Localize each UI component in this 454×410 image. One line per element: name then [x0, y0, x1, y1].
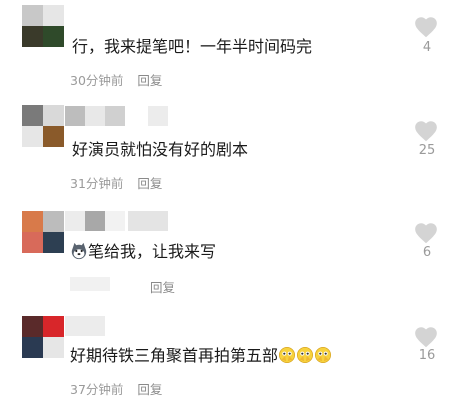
comment-meta: 回复: [150, 277, 175, 296]
blurred-time: [70, 277, 110, 291]
heart-icon[interactable]: [413, 324, 439, 350]
avatar[interactable]: [22, 316, 64, 358]
comment-item: 行，我来提笔吧！一年半时间码完 30分钟前 回复 4: [0, 0, 454, 100]
comment-item: 好演员就怕没有好的剧本 31分钟前 回复 25: [0, 100, 454, 200]
heart-icon[interactable]: [413, 14, 439, 40]
avatar[interactable]: [22, 211, 64, 253]
blurred-username: [148, 106, 168, 126]
avatar-pixel: [22, 337, 43, 358]
comment-text: 笔给我，让我来写: [70, 241, 216, 263]
like-count: 4: [422, 40, 432, 55]
like-count: 6: [422, 245, 432, 260]
heart-icon[interactable]: [413, 118, 439, 144]
praying-face-emoji-icon: [315, 346, 332, 364]
avatar-pixel: [43, 26, 64, 47]
avatar-pixel: [22, 211, 43, 232]
comment-time: 30分钟前: [70, 73, 124, 88]
comment-meta: 30分钟前 回复: [70, 70, 162, 89]
avatar-pixel: [43, 232, 64, 253]
avatar-pixel: [22, 232, 43, 253]
avatar-pixel: [22, 26, 43, 47]
comment-meta: 31分钟前 回复: [70, 173, 162, 192]
comment-text: 好期待铁三角聚首再拍第五部: [70, 345, 332, 367]
avatar[interactable]: [22, 5, 64, 47]
praying-face-emoji-icon: [297, 346, 314, 364]
comment-meta: 37分钟前 回复: [70, 379, 162, 398]
heart-icon[interactable]: [413, 220, 439, 246]
blurred-username: [65, 211, 125, 231]
blurred-username: [128, 211, 168, 231]
avatar-pixel: [43, 316, 64, 337]
blurred-username: [65, 316, 105, 336]
reply-button[interactable]: 回复: [137, 176, 162, 191]
reply-button[interactable]: 回复: [137, 382, 162, 397]
avatar-pixel: [22, 5, 43, 26]
comment-text: 好演员就怕没有好的剧本: [72, 140, 249, 159]
comment-time: 37分钟前: [70, 382, 124, 397]
reply-button[interactable]: 回复: [137, 73, 162, 88]
comment-time: 31分钟前: [70, 176, 124, 191]
like-count: 16: [418, 348, 436, 363]
like-count: 25: [418, 143, 436, 158]
husky-emoji-icon: [71, 242, 87, 260]
avatar-pixel: [22, 126, 43, 147]
comment-text-body: 笔给我，让我来写: [88, 242, 217, 261]
comment-text-body: 好期待铁三角聚首再拍第五部: [70, 346, 279, 365]
comment-item: 笔给我，让我来写 回复 6: [0, 205, 454, 305]
avatar-pixel: [43, 105, 64, 126]
comment-text: 行，我来提笔吧！一年半时间码完: [72, 37, 313, 56]
reply-button[interactable]: 回复: [150, 280, 175, 295]
blurred-username: [65, 106, 125, 126]
avatar[interactable]: [22, 105, 64, 147]
avatar-pixel: [43, 5, 64, 26]
avatar-pixel: [22, 316, 43, 337]
avatar-pixel: [43, 126, 64, 147]
praying-face-emoji-icon: [279, 346, 296, 364]
comment-item: 好期待铁三角聚首再拍第五部 37分钟前 回复 16: [0, 310, 454, 410]
avatar-pixel: [22, 105, 43, 126]
avatar-pixel: [43, 337, 64, 358]
avatar-pixel: [43, 211, 64, 232]
